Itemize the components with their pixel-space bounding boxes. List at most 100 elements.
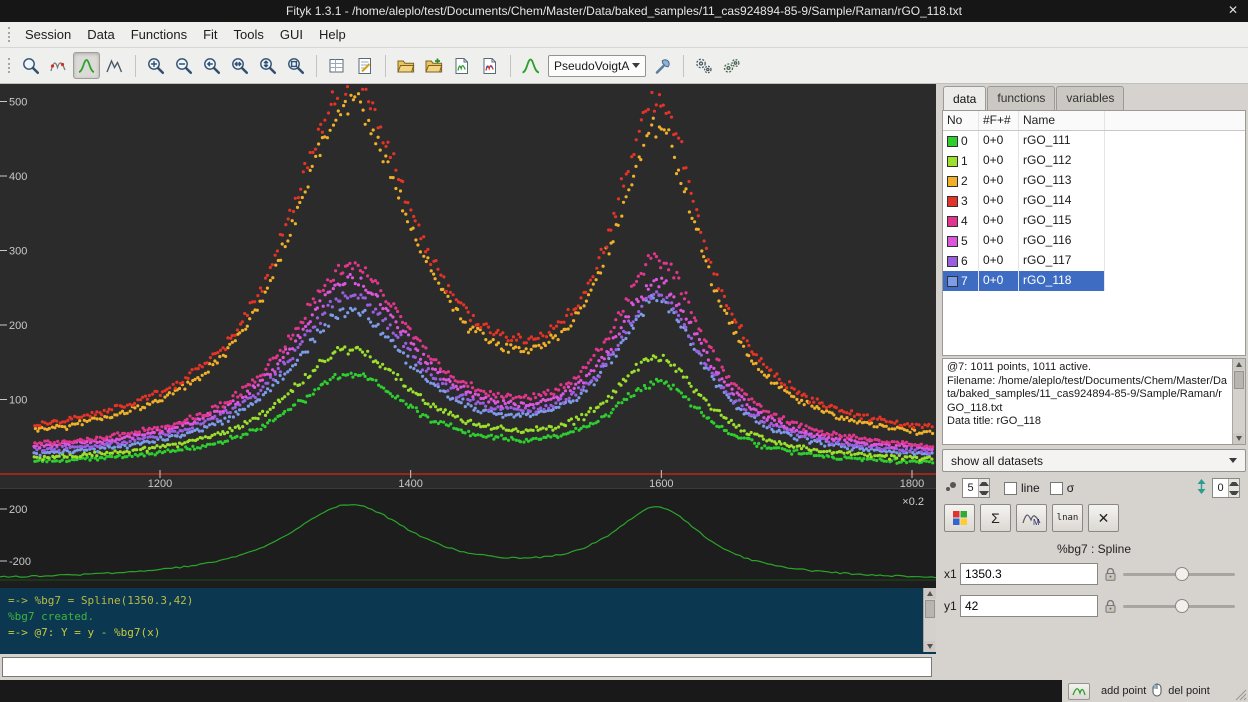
dataset-color-swatch	[947, 276, 958, 287]
chevron-down-icon	[632, 63, 640, 68]
data-editor-icon[interactable]	[323, 52, 350, 79]
spin-up-icon[interactable]	[979, 479, 989, 488]
display-controls: 5 line σ 0	[944, 477, 1244, 499]
aux-plot-canvas[interactable]: 200-200	[0, 489, 936, 589]
sigma-checkbox[interactable]	[1050, 482, 1063, 495]
toolbar-separator	[135, 55, 136, 77]
add-point-mode-icon[interactable]	[101, 52, 128, 79]
point-size-icon	[944, 480, 958, 497]
table-row[interactable]: 20+0rGO_113	[943, 171, 1245, 191]
resize-grip-icon[interactable]	[1234, 688, 1247, 701]
param-y1-slider[interactable]	[1123, 595, 1235, 617]
menu-fit[interactable]: Fit	[195, 23, 225, 46]
zoom-normal-mode-icon[interactable]	[17, 52, 44, 79]
hint-config-button[interactable]	[1068, 683, 1090, 700]
toolbar-separator	[316, 55, 317, 77]
info-scrollbar[interactable]	[1232, 359, 1245, 444]
menu-functions[interactable]: Functions	[123, 23, 195, 46]
dataset-color-swatch	[947, 256, 958, 267]
table-row[interactable]: 60+0rGO_117	[943, 251, 1245, 271]
menu-session[interactable]: Session	[17, 23, 79, 46]
zoom-horizontal-icon[interactable]	[226, 52, 253, 79]
dataset-table: No #F+# Name 00+0rGO_11110+0rGO_11220+0r…	[942, 110, 1246, 356]
menu-help[interactable]: Help	[311, 23, 354, 46]
scroll-up-icon[interactable]	[924, 588, 936, 599]
tab-functions[interactable]: functions	[987, 86, 1055, 110]
menu-gui[interactable]: GUI	[272, 23, 311, 46]
close-icon[interactable]: ✕	[1228, 3, 1238, 17]
param-y1-input[interactable]	[960, 595, 1098, 617]
toolbar-separator	[385, 55, 386, 77]
scroll-down-icon[interactable]	[924, 641, 935, 652]
param-x1-input[interactable]	[960, 563, 1098, 585]
scrollbar-thumb[interactable]	[1234, 371, 1244, 389]
spin-down-icon[interactable]	[1229, 488, 1239, 497]
save-session-icon[interactable]	[448, 52, 475, 79]
command-input[interactable]	[2, 657, 932, 677]
console-line: %bg7 created.	[8, 609, 918, 625]
tab-data[interactable]: data	[943, 86, 986, 110]
function-type-select[interactable]: PseudoVoigtA	[548, 55, 646, 77]
delete-dataset-button[interactable]: ✕	[1088, 504, 1119, 532]
sum-button[interactable]: Σ	[980, 504, 1011, 532]
datasets-dropdown[interactable]: show all datasets	[942, 449, 1246, 472]
zoom-in-icon[interactable]	[142, 52, 169, 79]
sidebar: data functions variables No #F+# Name 00…	[940, 84, 1248, 702]
fit-settings-icon[interactable]	[649, 52, 676, 79]
script-editor-icon[interactable]	[351, 52, 378, 79]
console-scrollbar[interactable]	[923, 588, 936, 652]
run-fit-icon[interactable]	[690, 52, 717, 79]
svg-text:200: 200	[9, 320, 27, 332]
menu-data[interactable]: Data	[79, 23, 122, 46]
zoom-previous-icon[interactable]	[198, 52, 225, 79]
table-row[interactable]: 40+0rGO_115	[943, 211, 1245, 231]
export-data-icon[interactable]	[476, 52, 503, 79]
dataset-table-header: No #F+# Name	[943, 111, 1245, 131]
continue-fit-icon[interactable]	[718, 52, 745, 79]
zoom-out-icon[interactable]	[170, 52, 197, 79]
table-row[interactable]: 50+0rGO_116	[943, 231, 1245, 251]
toolbar-grip	[8, 58, 11, 73]
info-line: @7: 1011 points, 1011 active.	[947, 361, 1229, 375]
status-strip	[0, 680, 1062, 702]
table-row[interactable]: 00+0rGO_111	[943, 131, 1245, 151]
add-function-icon[interactable]	[517, 52, 544, 79]
slider-thumb[interactable]	[1175, 567, 1189, 581]
param-x1-slider[interactable]	[1123, 563, 1235, 585]
main-plot[interactable]: 1200140016001800100200300400500	[0, 84, 936, 488]
open-session-icon[interactable]	[392, 52, 419, 79]
table-row[interactable]: 70+0rGO_118	[943, 271, 1245, 291]
y-offset-spinner[interactable]: 0	[1212, 478, 1240, 498]
main-plot-canvas[interactable]: 1200140016001800100200300400500	[0, 84, 936, 488]
scroll-down-icon[interactable]	[1233, 433, 1244, 444]
table-row[interactable]: 10+0rGO_112	[943, 151, 1245, 171]
scroll-up-icon[interactable]	[1233, 359, 1245, 370]
lock-icon[interactable]	[1104, 567, 1117, 582]
point-size-spinner[interactable]: 5	[962, 478, 990, 498]
tab-variables[interactable]: variables	[1056, 86, 1124, 110]
svg-text:1400: 1400	[398, 478, 422, 488]
lock-icon[interactable]	[1104, 599, 1117, 614]
data-range-mode-icon[interactable]	[45, 52, 72, 79]
spin-up-icon[interactable]	[1229, 479, 1239, 488]
sigma-checkbox-label: σ	[1067, 481, 1074, 495]
dataset-colors-button[interactable]	[944, 504, 975, 532]
add-peak-mode-icon[interactable]	[73, 52, 100, 79]
aux-scale-label: ×0.2	[902, 496, 924, 508]
zoom-vertical-icon[interactable]	[254, 52, 281, 79]
line-checkbox[interactable]	[1004, 482, 1017, 495]
toolbar: PseudoVoigtA	[0, 48, 1248, 84]
open-data-icon[interactable]	[420, 52, 447, 79]
spin-down-icon[interactable]	[979, 488, 989, 497]
svg-text:M: M	[1033, 518, 1040, 527]
zoom-all-icon[interactable]	[282, 52, 309, 79]
aux-plot[interactable]: 200-200 ×0.2	[0, 488, 936, 588]
scrollbar-thumb[interactable]	[925, 600, 935, 618]
merge-points-button[interactable]: M	[1016, 504, 1047, 532]
menu-tools[interactable]: Tools	[226, 23, 272, 46]
del-point-hint: del point	[1168, 685, 1210, 697]
table-row[interactable]: 30+0rGO_114	[943, 191, 1245, 211]
header-funcs: #F+#	[979, 111, 1019, 130]
strip-nan-button[interactable]: lnan	[1052, 504, 1083, 532]
slider-thumb[interactable]	[1175, 599, 1189, 613]
